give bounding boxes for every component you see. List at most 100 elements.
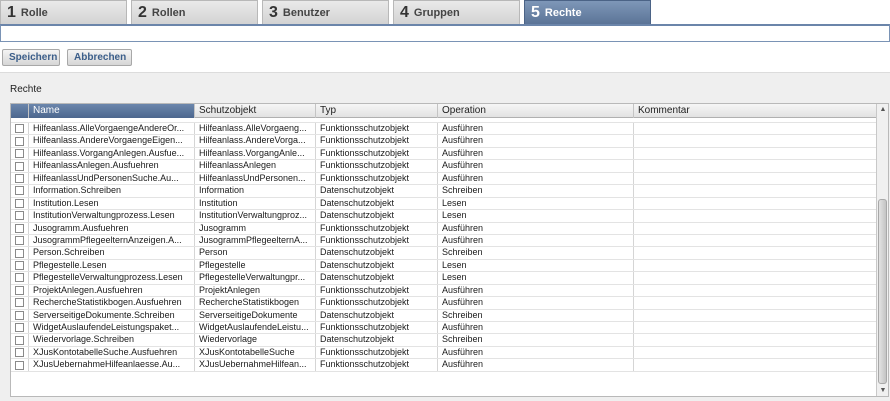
cell-operation: Ausführen: [438, 222, 634, 234]
cell-name: XJusUebernahmeHilfeanlaesse.Au...: [29, 359, 195, 371]
cell-schutzobjekt: Hilfeanlass.VorgangAnle...: [195, 147, 316, 160]
column-header-name[interactable]: Name: [29, 104, 195, 118]
table-row[interactable]: HilfeanlassUndPersonenSuche.Au... Hilfean…: [11, 172, 877, 186]
row-checkbox[interactable]: [15, 161, 24, 171]
cell-schutzobjekt: ServerseitigeDokumente: [195, 309, 316, 321]
cell-typ: Datenschutzobjekt: [316, 210, 438, 222]
cell-name: XJusKontotabelleSuche.Ausfuehren: [29, 346, 195, 359]
column-header-typ[interactable]: Typ: [316, 104, 438, 118]
cell-operation: Schreiben: [438, 247, 634, 259]
row-checkbox[interactable]: [15, 248, 24, 258]
cell-kommentar: [634, 222, 877, 234]
table-row[interactable]: ProjektAnlegen.Ausfuehren ProjektAnlegen F…: [11, 284, 877, 298]
cell-name: JusogrammPflegeelternAnzeigen.A...: [29, 234, 195, 247]
table-row[interactable]: JusogrammPflegeelternAnzeigen.A... Jusogr…: [11, 234, 877, 248]
row-checkbox[interactable]: [15, 149, 24, 159]
cell-kommentar: [634, 135, 877, 147]
cell-name: PflegestelleVerwaltungprozess.Lesen: [29, 272, 195, 284]
scrollbar-thumb[interactable]: [878, 199, 887, 384]
row-checkbox[interactable]: [15, 186, 24, 196]
vertical-scrollbar[interactable]: ▲ ▼: [876, 104, 888, 396]
cancel-button[interactable]: Abbrechen: [67, 49, 132, 66]
cell-operation: Ausführen: [438, 322, 634, 334]
cell-kommentar: [634, 272, 877, 284]
cell-typ: Datenschutzobjekt: [316, 247, 438, 259]
cell-operation: Schreiben: [438, 334, 634, 346]
row-checkbox[interactable]: [15, 223, 24, 233]
table-row[interactable]: Wiedervorlage.Schreiben Wiedervorlage Date…: [11, 334, 877, 347]
table-row[interactable]: Hilfeanlass.AlleVorgaengeAndereOr... Hilf…: [11, 123, 877, 136]
row-checkbox[interactable]: [15, 273, 24, 283]
table-row[interactable]: Hilfeanlass.AndereVorgaengeEigen... Hilfe…: [11, 135, 877, 148]
tab-gruppen[interactable]: 4 Gruppen: [393, 0, 520, 24]
cell-typ: Datenschutzobjekt: [316, 197, 438, 210]
row-checkbox[interactable]: [15, 310, 24, 320]
grid-body: Hilfeanlass.AlleVorgaengeAndereOr... Hilf…: [11, 119, 877, 396]
row-checkbox[interactable]: [15, 360, 24, 370]
scroll-up-icon[interactable]: ▲: [877, 104, 888, 115]
table-row[interactable]: Institution.Lesen Institution Datenschutzo…: [11, 197, 877, 211]
save-button[interactable]: Speichern: [2, 49, 60, 66]
tab-rollen[interactable]: 2 Rollen: [131, 0, 258, 24]
row-checkbox[interactable]: [15, 211, 24, 221]
row-checkbox[interactable]: [15, 335, 24, 345]
row-checkbox[interactable]: [15, 236, 24, 246]
tab-benutzer[interactable]: 3 Benutzer: [262, 0, 389, 24]
row-checkbox[interactable]: [15, 198, 24, 208]
table-row[interactable]: Person.Schreiben Person Datenschutzobjekt S…: [11, 247, 877, 260]
cell-name: ServerseitigeDokumente.Schreiben: [29, 309, 195, 321]
table-row[interactable]: XJusKontotabelleSuche.Ausfuehren XJusKont…: [11, 346, 877, 360]
tab-rolle[interactable]: 1 Rolle: [0, 0, 127, 24]
cell-schutzobjekt: Hilfeanlass.AlleVorgaeng...: [195, 123, 316, 135]
cell-operation: Schreiben: [438, 309, 634, 321]
cell-operation: Ausführen: [438, 234, 634, 247]
cell-name: Hilfeanlass.AlleVorgaengeAndereOr...: [29, 123, 195, 135]
row-checkbox[interactable]: [15, 285, 24, 295]
cell-name: InstitutionVerwaltungprozess.Lesen: [29, 210, 195, 222]
cell-kommentar: [634, 210, 877, 222]
table-row[interactable]: ServerseitigeDokumente.Schreiben Serverse…: [11, 309, 877, 322]
table-row[interactable]: Information.Schreiben Information Datensch…: [11, 185, 877, 198]
cell-kommentar: [634, 123, 877, 135]
cell-operation: Schreiben: [438, 185, 634, 197]
cell-kommentar: [634, 234, 877, 247]
row-checkbox-cell: [11, 234, 29, 247]
cell-kommentar: [634, 185, 877, 197]
row-checkbox[interactable]: [15, 173, 24, 183]
row-checkbox-cell: [11, 309, 29, 321]
cell-operation: Ausführen: [438, 297, 634, 309]
row-checkbox-cell: [11, 346, 29, 359]
grid-header: Name Schutzobjekt Typ Operation Kommenta…: [11, 104, 877, 118]
header-select-cell[interactable]: [11, 104, 29, 118]
tab-rechte[interactable]: 5 Rechte: [524, 0, 651, 24]
cell-operation: Ausführen: [438, 135, 634, 147]
cell-typ: Funktionsschutzobjekt: [316, 172, 438, 185]
wizard-tabbar: 1 Rolle 2 Rollen 3 Benutzer 4 Gruppen 5 Rechte: [0, 0, 890, 24]
table-row[interactable]: RechercheStatistikbogen.Ausfuehren Recher…: [11, 297, 877, 310]
row-checkbox[interactable]: [15, 136, 24, 146]
column-header-kommentar[interactable]: Kommentar: [634, 104, 877, 118]
table-row[interactable]: Hilfeanlass.VorgangAnlegen.Ausfue... Hilf…: [11, 147, 877, 161]
row-checkbox[interactable]: [15, 323, 24, 333]
cell-typ: Funktionsschutzobjekt: [316, 123, 438, 135]
row-checkbox[interactable]: [15, 124, 24, 134]
table-row[interactable]: InstitutionVerwaltungprozess.Lesen Instit…: [11, 210, 877, 223]
cell-name: HilfeanlassUndPersonenSuche.Au...: [29, 172, 195, 185]
column-header-operation[interactable]: Operation: [438, 104, 634, 118]
cell-schutzobjekt: Jusogramm: [195, 222, 316, 234]
cell-schutzobjekt: XJusKontotabelleSuche: [195, 346, 316, 359]
table-row[interactable]: XJusUebernahmeHilfeanlaesse.Au... XJusUeb…: [11, 359, 877, 372]
row-checkbox[interactable]: [15, 261, 24, 271]
row-checkbox[interactable]: [15, 298, 24, 308]
row-checkbox[interactable]: [15, 348, 24, 358]
table-row[interactable]: HilfeanlassAnlegen.Ausfuehren Hilfeanlass…: [11, 160, 877, 173]
table-row[interactable]: WidgetAuslaufendeLeistungspaket... Widget…: [11, 322, 877, 335]
column-header-schutzobjekt[interactable]: Schutzobjekt: [195, 104, 316, 118]
row-checkbox-cell: [11, 147, 29, 160]
table-row[interactable]: Jusogramm.Ausfuehren Jusogramm Funktionssc…: [11, 222, 877, 235]
cell-schutzobjekt: Institution: [195, 197, 316, 210]
cell-operation: Ausführen: [438, 123, 634, 135]
table-row[interactable]: Pflegestelle.Lesen Pflegestelle Datenschut…: [11, 259, 877, 273]
table-row[interactable]: PflegestelleVerwaltungprozess.Lesen Pfleg…: [11, 272, 877, 285]
scroll-down-icon[interactable]: ▼: [877, 385, 888, 396]
